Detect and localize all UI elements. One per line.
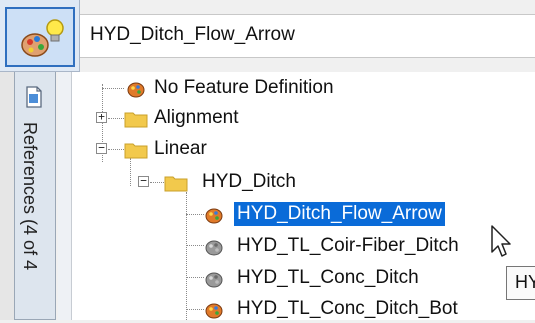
- tree-item-label: Linear: [154, 138, 207, 159]
- folder-icon: [124, 112, 148, 128]
- tree-connector: [108, 118, 124, 119]
- feature-palette-grey-icon: [205, 240, 223, 256]
- collapse-toggle-linear[interactable]: −: [96, 142, 107, 154]
- tree-connector: [186, 277, 204, 278]
- tree-item-label: HYD_TL_Conc_Ditch: [237, 267, 419, 288]
- feature-name-text: HYD_Ditch_Flow_Arrow: [90, 24, 295, 45]
- feature-palette-icon: [205, 208, 223, 224]
- tooltip-text: HY: [515, 272, 535, 292]
- folder-icon: [164, 176, 188, 192]
- feature-name-field[interactable]: HYD_Ditch_Flow_Arrow: [80, 14, 535, 58]
- tree-connector: [186, 245, 204, 246]
- tree-item-label: No Feature Definition: [154, 77, 334, 98]
- references-tab-label: References (4 of 4: [20, 122, 40, 271]
- document-icon: [26, 86, 42, 108]
- references-tab[interactable]: References (4 of 4: [14, 72, 56, 320]
- tree-item-label: HYD_TL_Coir-Fiber_Ditch: [237, 235, 459, 256]
- tree-item-label: HYD_TL_Conc_Ditch_Bot: [237, 298, 458, 319]
- folder-icon: [124, 143, 148, 159]
- feature-palette-icon: [205, 303, 223, 319]
- tree-item-label-selected: HYD_Ditch_Flow_Arrow: [234, 202, 445, 226]
- tree-item-hyd-ditch[interactable]: HYD_Ditch: [164, 170, 464, 196]
- feature-palette-icon: [127, 82, 145, 98]
- tree-connector: [186, 309, 204, 310]
- tree-item-linear[interactable]: Linear: [124, 137, 424, 163]
- mouse-pointer-icon: [491, 225, 511, 257]
- tooltip: HY: [506, 266, 535, 300]
- tree-item-hyd-tl-conc-ditch[interactable]: HYD_TL_Conc_Ditch: [204, 266, 504, 292]
- tree-connector: [186, 192, 187, 320]
- tree-item-hyd-ditch-flow-arrow[interactable]: HYD_Ditch_Flow_Arrow: [204, 202, 504, 228]
- tree-connector: [108, 149, 124, 150]
- side-strip: [0, 72, 15, 320]
- tree-connector: [102, 88, 124, 89]
- tree-connector: [186, 214, 204, 215]
- feature-palette-grey-icon: [205, 272, 223, 288]
- expand-toggle-alignment[interactable]: +: [96, 111, 107, 123]
- tree-item-label: HYD_Ditch: [202, 171, 296, 192]
- tree-item-hyd-tl-conc-ditch-bot[interactable]: HYD_TL_Conc_Ditch_Bot: [204, 297, 504, 323]
- tree-item-no-feature-definition[interactable]: No Feature Definition: [124, 76, 424, 102]
- tree-item-hyd-tl-coir-fiber-ditch[interactable]: HYD_TL_Coir-Fiber_Ditch: [204, 234, 504, 260]
- tree-item-alignment[interactable]: Alignment: [124, 106, 424, 132]
- tree-item-label: Alignment: [154, 107, 239, 128]
- tree-panel-edge: [58, 72, 72, 320]
- feature-definition-button[interactable]: [0, 0, 80, 72]
- tree-connector: [150, 182, 164, 183]
- feature-lightbulb-icon: [21, 19, 64, 57]
- collapse-toggle-hyd-ditch[interactable]: −: [138, 175, 149, 187]
